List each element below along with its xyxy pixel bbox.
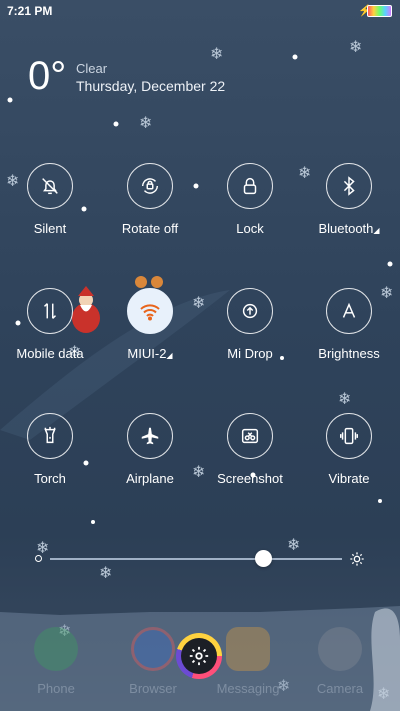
- status-time: 7:21 PM: [7, 4, 53, 18]
- bell-off-icon: [27, 163, 73, 209]
- toggle-label: Airplane: [126, 471, 174, 486]
- svg-text:❄: ❄: [99, 563, 112, 582]
- toggle-torch[interactable]: Torch: [2, 413, 98, 486]
- toggle-label: Vibrate: [328, 471, 370, 486]
- dock-app-label: Browser: [129, 681, 177, 696]
- mobile-data-icon: [27, 288, 73, 334]
- toggle-brightness[interactable]: Brightness: [301, 288, 397, 361]
- flashlight-icon: [27, 413, 73, 459]
- svg-text:❄: ❄: [287, 535, 300, 554]
- toggle-wifi[interactable]: MIUI-2◢: [102, 288, 198, 361]
- toggle-bluetooth[interactable]: Bluetooth◢: [301, 163, 397, 236]
- menu-caret-icon: ◢: [373, 226, 380, 235]
- menu-caret-icon: ◢: [166, 351, 173, 360]
- brightness-low-icon: [35, 555, 42, 562]
- toggle-airplane[interactable]: Airplane: [102, 413, 198, 486]
- weather-temperature: 0°: [28, 54, 67, 98]
- brightness-track[interactable]: [50, 558, 342, 560]
- svg-text:❄: ❄: [338, 389, 351, 408]
- toggle-lock[interactable]: Lock: [202, 163, 298, 236]
- toggle-label: Mobile data: [16, 346, 84, 361]
- svg-text:❄: ❄: [349, 37, 362, 56]
- brightness-high-icon: [350, 552, 364, 566]
- toggle-label: Brightness: [318, 346, 380, 361]
- toggle-label: Silent: [33, 221, 67, 236]
- vibrate-icon: [326, 413, 372, 459]
- phone-icon: [34, 627, 78, 671]
- toggle-label: Screenshot: [217, 471, 283, 486]
- toggle-label: Mi Drop: [227, 346, 273, 361]
- toggle-mi-drop[interactable]: Mi Drop: [202, 288, 298, 361]
- toggle-vibrate[interactable]: Vibrate: [301, 413, 397, 486]
- dock-app-camera[interactable]: Camera: [300, 627, 380, 696]
- bluetooth-icon: [326, 163, 372, 209]
- toggle-rotate[interactable]: Rotate off: [102, 163, 198, 236]
- scissors-icon: [227, 413, 273, 459]
- gear-icon: [181, 638, 217, 674]
- toggle-mobile-data[interactable]: Mobile data: [2, 288, 98, 361]
- weather-condition: Clear: [76, 61, 108, 76]
- toggle-label: Lock: [236, 221, 264, 236]
- lock-icon: [227, 163, 273, 209]
- battery-icon: [367, 5, 392, 17]
- status-bar: 7:21 PM ⚡: [0, 0, 400, 22]
- dock-app-label: Messaging: [216, 681, 280, 696]
- weather-date: Thursday, December 22: [76, 78, 226, 94]
- dock-app-label: Camera: [316, 681, 364, 696]
- toggle-label: Rotate off: [121, 221, 179, 236]
- brightness-thumb[interactable]: [255, 550, 273, 567]
- svg-text:❄: ❄: [210, 44, 223, 63]
- wifi-icon: [127, 288, 173, 334]
- toggle-silent[interactable]: Silent: [2, 163, 98, 236]
- airplane-icon: [127, 413, 173, 459]
- settings-button[interactable]: [176, 633, 222, 679]
- dock-app-label: Phone: [37, 681, 75, 696]
- browser-icon: [131, 627, 175, 671]
- svg-text:❄: ❄: [139, 113, 152, 132]
- dock-app-phone[interactable]: Phone: [16, 627, 96, 696]
- toggle-label: Torch: [34, 471, 66, 486]
- brightness-auto-icon: [326, 288, 372, 334]
- upload-icon: [227, 288, 273, 334]
- camera-icon: [318, 627, 362, 671]
- messaging-icon: [226, 627, 270, 671]
- toggle-label: Bluetooth◢: [318, 221, 380, 236]
- toggle-screenshot[interactable]: Screenshot: [202, 413, 298, 486]
- rotate-lock-icon: [127, 163, 173, 209]
- toggle-label: MIUI-2◢: [127, 346, 173, 361]
